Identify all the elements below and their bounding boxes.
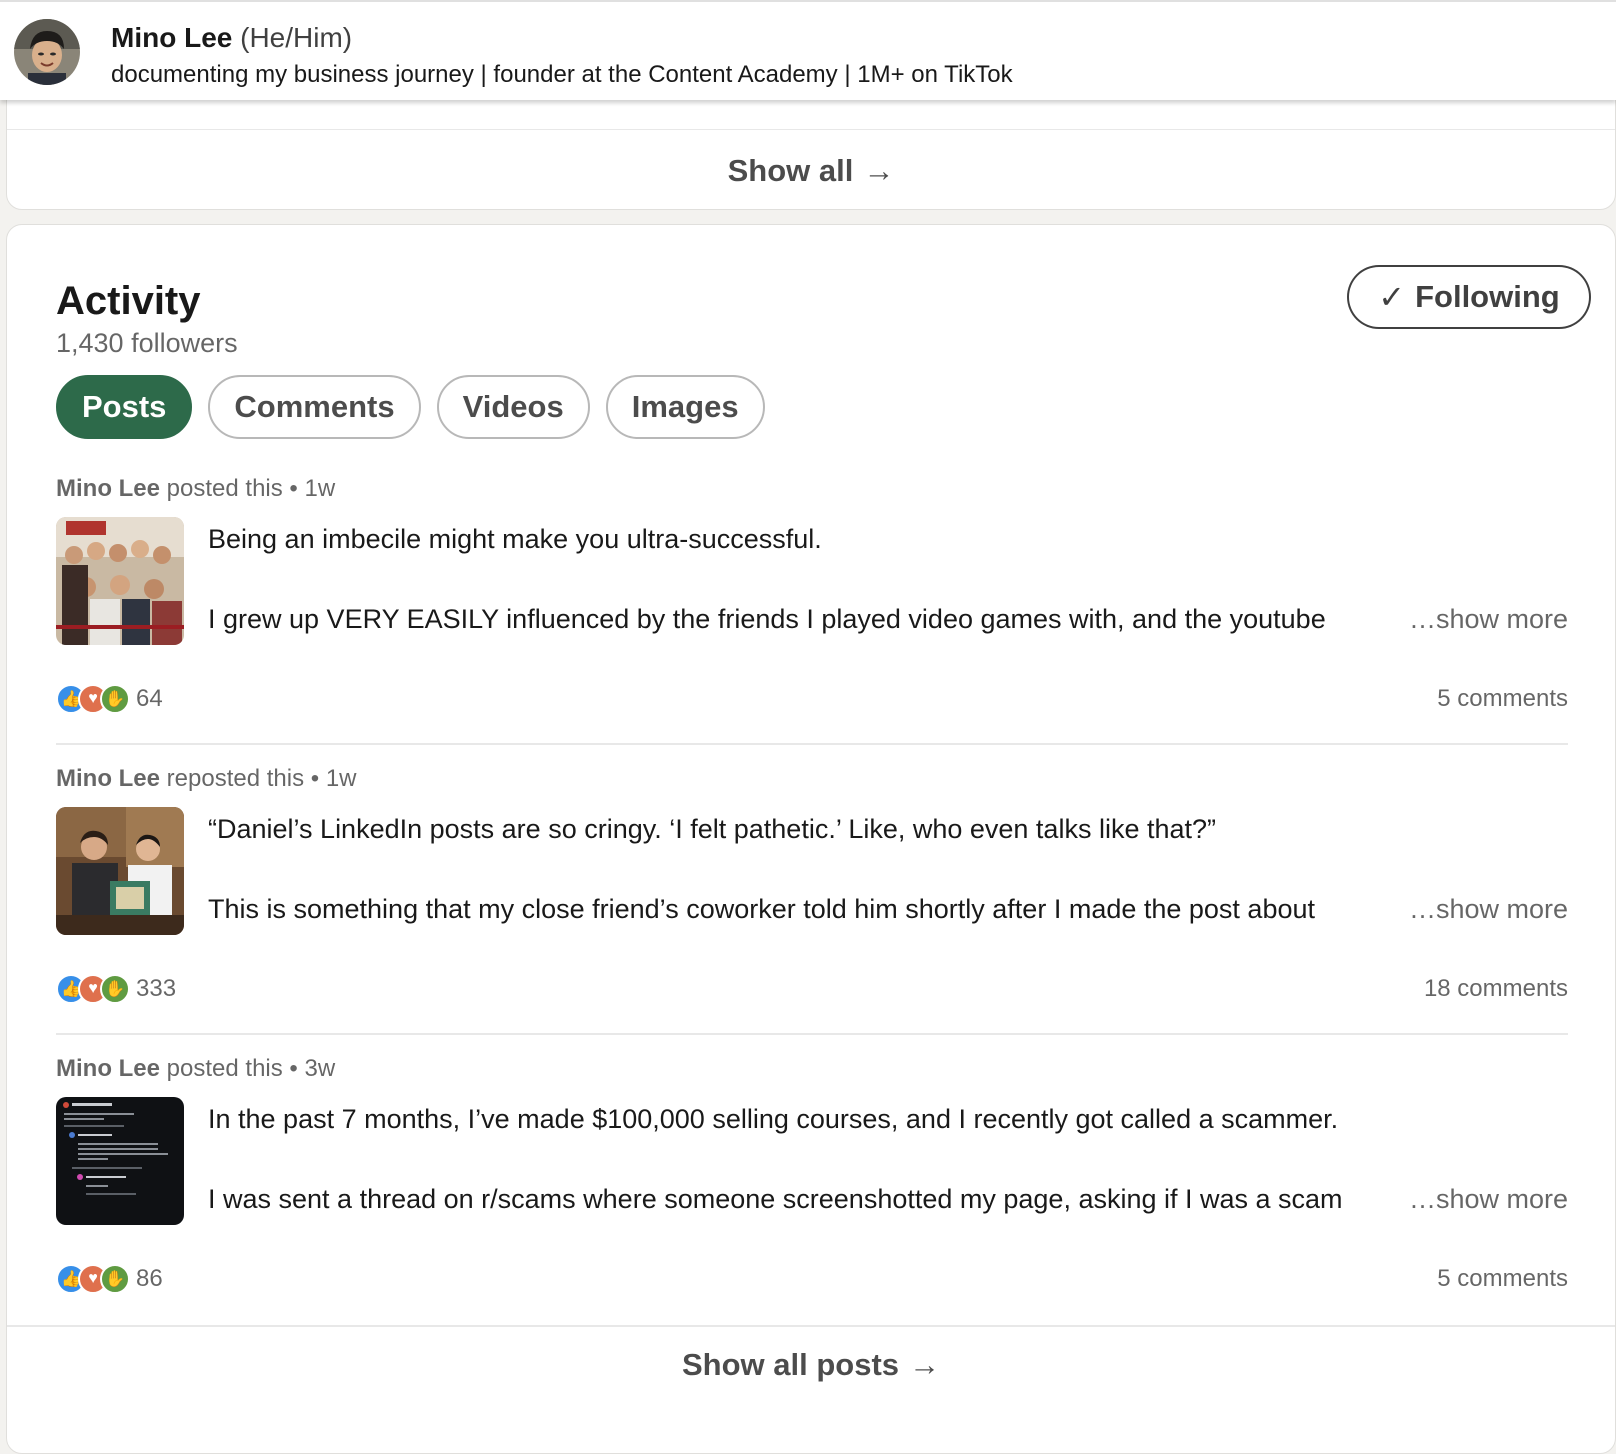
- following-button[interactable]: ✓ Following: [1347, 265, 1591, 329]
- post-text-line: I was sent a thread on r/scams where som…: [208, 1184, 1343, 1214]
- following-label: Following: [1415, 279, 1560, 314]
- reaction-count: 333: [136, 975, 177, 1002]
- celebrate-icon: ✋: [100, 974, 130, 1004]
- reaction-count: 86: [136, 1265, 163, 1292]
- post-author[interactable]: Mino Lee: [56, 1055, 160, 1082]
- profile-name-line: Mino Lee (He/Him): [111, 20, 352, 56]
- post-text-line: Being an imbecile might make you ultra-s…: [208, 524, 822, 554]
- post-meta: Mino Lee reposted this • 1w: [56, 763, 357, 795]
- post-thumbnail[interactable]: [56, 807, 184, 935]
- activity-tabs: Posts Comments Videos Images: [56, 375, 765, 439]
- reactions-summary[interactable]: 👍 ♥ ✋ 86: [56, 1263, 163, 1295]
- arrow-right-icon: →: [863, 153, 895, 188]
- celebrate-icon: ✋: [100, 1264, 130, 1294]
- tab-images[interactable]: Images: [605, 375, 765, 439]
- comments-count[interactable]: 18 comments: [1424, 973, 1568, 1005]
- show-all-posts-label: Show all posts: [681, 1347, 900, 1382]
- divider: [56, 1033, 1568, 1035]
- show-more-link[interactable]: …show more: [1409, 601, 1568, 637]
- post-action: reposted this • 1w: [160, 765, 357, 792]
- tab-posts[interactable]: Posts: [56, 375, 193, 439]
- divider: [7, 129, 1615, 130]
- thread-screenshot-image: [56, 1097, 184, 1225]
- post-item[interactable]: Mino Lee posted this • 1w Being an imbec…: [56, 473, 1568, 765]
- comments-count[interactable]: 5 comments: [1437, 1263, 1568, 1295]
- show-more-link[interactable]: …show more: [1409, 1181, 1568, 1217]
- divider: [7, 1325, 1615, 1327]
- post-thumbnail[interactable]: [56, 517, 184, 645]
- post-action: posted this • 1w: [160, 475, 336, 502]
- group-photo-image: [56, 517, 184, 645]
- tab-comments[interactable]: Comments: [208, 375, 421, 439]
- arrow-right-icon: →: [909, 1347, 941, 1382]
- post-item[interactable]: Mino Lee posted this • 3w In the past 7 …: [56, 1053, 1568, 1345]
- tab-videos[interactable]: Videos: [436, 375, 590, 439]
- reactions-summary[interactable]: 👍 ♥ ✋ 333: [56, 973, 176, 1005]
- divider: [56, 743, 1568, 745]
- activity-section: Activity 1,430 followers ✓ Following Pos…: [6, 224, 1616, 1454]
- comments-count[interactable]: 5 comments: [1437, 683, 1568, 715]
- post-text-line: This is something that my close friend’s…: [208, 894, 1315, 924]
- reaction-count: 64: [136, 685, 163, 712]
- profile-name[interactable]: Mino Lee: [111, 22, 232, 53]
- avatar[interactable]: [14, 19, 80, 85]
- reaction-icons: 👍 ♥ ✋: [56, 1264, 130, 1294]
- reactions-summary[interactable]: 👍 ♥ ✋ 64: [56, 683, 163, 715]
- post-thumbnail[interactable]: [56, 1097, 184, 1225]
- post-item[interactable]: Mino Lee reposted this • 1w “Daniel’s Li…: [56, 763, 1568, 1055]
- two-people-photo-image: [56, 807, 184, 935]
- avatar-image: [14, 19, 80, 85]
- sticky-profile-header: Mino Lee (He/Him) documenting my busines…: [0, 0, 1616, 100]
- show-more-link[interactable]: …show more: [1409, 891, 1568, 927]
- post-action: posted this • 3w: [160, 1055, 336, 1082]
- profile-headline: documenting my business journey | founde…: [111, 61, 1013, 88]
- post-author[interactable]: Mino Lee: [56, 475, 160, 502]
- show-all-label: Show all: [727, 153, 854, 188]
- post-text-line: “Daniel’s LinkedIn posts are so cringy. …: [208, 814, 1217, 844]
- post-author[interactable]: Mino Lee: [56, 765, 160, 792]
- reaction-icons: 👍 ♥ ✋: [56, 684, 130, 714]
- show-all-posts-button[interactable]: Show all posts →: [7, 1343, 1615, 1387]
- post-text-line: In the past 7 months, I’ve made $100,000…: [208, 1104, 1339, 1134]
- celebrate-icon: ✋: [100, 684, 130, 714]
- post-meta: Mino Lee posted this • 1w: [56, 473, 335, 505]
- reaction-icons: 👍 ♥ ✋: [56, 974, 130, 1004]
- post-meta: Mino Lee posted this • 3w: [56, 1053, 335, 1085]
- followers-count: 1,430 followers: [56, 328, 238, 358]
- show-all-button[interactable]: Show all →: [7, 149, 1615, 193]
- check-icon: ✓: [1378, 279, 1406, 315]
- post-text-line: I grew up VERY EASILY influenced by the …: [208, 604, 1326, 634]
- profile-pronouns: (He/Him): [240, 22, 353, 53]
- section-title: Activity: [56, 279, 201, 323]
